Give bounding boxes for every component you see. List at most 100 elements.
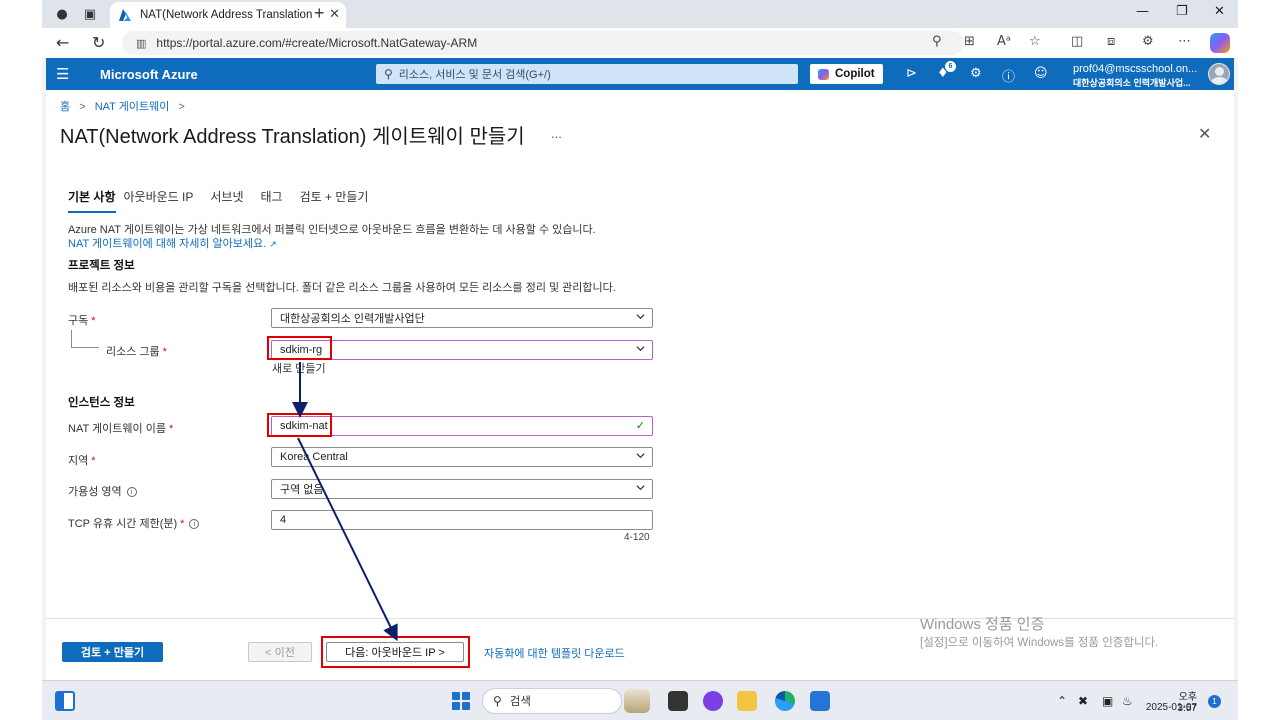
start-windows-icon[interactable] — [452, 692, 470, 710]
browser-tab-strip: ● ▣ NAT(Network Address Translation ✕ + … — [42, 0, 1238, 28]
tray-chevron-up-icon[interactable]: ⌃ — [1057, 694, 1067, 708]
notification-center-badge[interactable]: 1 — [1208, 695, 1221, 708]
hamburger-menu-icon[interactable]: ☰ — [56, 65, 69, 83]
taskbar: ⚲ 검색 ⌃ ✖ ▣ ♨ 오후 3:57 2025-01-07 1 — [42, 680, 1238, 720]
taskbar-search[interactable]: ⚲ 검색 — [482, 688, 622, 714]
chevron-down-icon — [636, 453, 645, 459]
avatar[interactable] — [1208, 63, 1230, 85]
chat-app-icon[interactable] — [703, 691, 723, 711]
lock-icon: ▥ — [136, 37, 147, 50]
file-explorer-icon[interactable] — [737, 691, 757, 711]
tab-tags[interactable]: 태그 — [261, 188, 292, 213]
extensions-icon[interactable]: ⚙ — [1142, 34, 1154, 49]
windows-activation-subtitle: [설정]으로 이동하여 Windows를 정품 인증합니다. — [920, 637, 1159, 649]
cloud-shell-icon[interactable]: ⊳ — [906, 66, 917, 81]
region-select[interactable]: Korea Central — [271, 447, 653, 467]
search-icon: ⚲ — [493, 694, 502, 708]
subscription-value: 대한상공회의소 인력개발사업단 — [280, 313, 425, 325]
tab-actions-icon[interactable]: ▣ — [80, 4, 100, 24]
account-org[interactable]: 대한상공회의소 인력개발사업... — [1073, 76, 1191, 89]
tcp-timeout-label: TCP 유휴 시간 제한(분) * i — [68, 515, 200, 531]
project-details-heading: 프로젝트 정보 — [68, 260, 135, 272]
help-icon[interactable]: ⓘ — [1002, 66, 1015, 85]
restore-icon[interactable]: ❐ — [1176, 4, 1188, 19]
tab-subnet[interactable]: 서브넷 — [210, 188, 252, 213]
settings-gear-icon[interactable]: ⚙ — [970, 66, 982, 81]
more-options-icon[interactable]: ⋯ — [1178, 34, 1191, 49]
tcp-timeout-input[interactable]: 4 — [271, 510, 653, 530]
search-icon: ⚲ — [384, 67, 393, 81]
news-widget-icon[interactable] — [624, 689, 650, 713]
tab-close-icon[interactable]: ✕ — [329, 6, 340, 22]
download-template-link[interactable]: 자동화에 대한 템플릿 다운로드 — [484, 645, 625, 661]
availability-zone-value: 구역 없음 — [280, 484, 324, 496]
valid-check-icon: ✓ — [635, 419, 645, 432]
availability-zone-label: 가용성 영역 i — [68, 483, 137, 499]
account-email[interactable]: prof04@mscsschool.on... — [1073, 63, 1197, 75]
tcp-timeout-value: 4 — [280, 514, 287, 526]
annotation-box-next-button — [321, 636, 470, 668]
brand-name[interactable]: Microsoft Azure — [100, 67, 198, 82]
breadcrumb: 홈 > NAT 게이트웨이 > — [60, 98, 191, 114]
window-close-icon[interactable]: ✕ — [1214, 4, 1225, 19]
store-icon[interactable] — [810, 691, 830, 711]
tab-review-create[interactable]: 검토 + 만들기 — [300, 188, 378, 213]
taskbar-search-label: 검색 — [509, 696, 531, 708]
global-search-input[interactable]: ⚲ 리소스, 서비스 및 문서 검색(G+/) — [376, 64, 798, 84]
breadcrumb-home[interactable]: 홈 — [60, 101, 70, 113]
tree-connector — [71, 330, 99, 348]
footer-divider — [46, 618, 1234, 619]
new-tab-icon[interactable]: + — [314, 3, 325, 24]
task-view-icon[interactable] — [668, 691, 688, 711]
tab-outbound-ip[interactable]: 아웃바운드 IP — [124, 188, 203, 213]
feedback-icon[interactable]: ☺ — [1034, 66, 1048, 81]
more-actions-button[interactable]: ... — [551, 126, 562, 141]
tray-app-icon[interactable]: ✖ — [1078, 694, 1088, 708]
review-create-button[interactable]: 검토 + 만들기 — [62, 642, 163, 662]
copilot-button[interactable]: Copilot — [810, 64, 883, 84]
region-label: 지역 * — [68, 455, 96, 467]
refresh-icon[interactable]: ↻ — [92, 33, 105, 52]
tab-title: NAT(Network Address Translation — [140, 9, 313, 21]
external-link-icon: ↗ — [269, 239, 277, 249]
split-screen-icon[interactable]: ◫ — [1071, 34, 1083, 49]
breadcrumb-separator: > — [178, 101, 185, 113]
info-icon[interactable]: i — [189, 519, 200, 530]
tcp-range-hint: 4-120 — [624, 532, 650, 543]
key-icon[interactable]: ⚲ — [932, 34, 942, 49]
annotation-arrows — [292, 362, 398, 642]
address-bar: ← ↻ ▥ https://portal.azure.com/#create/M… — [42, 28, 1238, 58]
notification-badge: 6 — [945, 61, 956, 72]
project-details-desc: 배포된 리소스와 비용을 관리할 구독을 선택합니다. 폴더 같은 리소스 그룹… — [68, 282, 616, 294]
learn-more-link[interactable]: NAT 게이트웨이에 대해 자세히 알아보세요. ↗ — [68, 235, 277, 251]
subscription-select[interactable]: 대한상공회의소 인력개발사업단 — [271, 308, 653, 328]
previous-button[interactable]: < 이전 — [248, 642, 312, 662]
widgets-icon[interactable] — [55, 691, 75, 711]
availability-zone-select[interactable]: 구역 없음 — [271, 479, 653, 499]
avatar-body — [1211, 77, 1228, 84]
url-field[interactable]: ▥ https://portal.azure.com/#create/Micro… — [122, 31, 964, 55]
favorite-star-icon[interactable]: ☆ — [1029, 34, 1041, 49]
browser-tab-active[interactable]: NAT(Network Address Translation ✕ — [110, 2, 346, 28]
clock-date[interactable]: 2025-01-07 — [1134, 702, 1197, 713]
profile-icon[interactable]: ● — [52, 4, 72, 24]
back-icon[interactable]: ← — [56, 33, 69, 52]
annotation-box-resource-group — [267, 336, 332, 360]
network-icon[interactable]: ▣ — [1102, 694, 1113, 708]
read-aloud-icon[interactable]: Aᵃ — [997, 34, 1011, 49]
create-blade: 홈 > NAT 게이트웨이 > NAT(Network Address Tran… — [46, 90, 1234, 680]
nat-name-label: NAT 게이트웨이 이름 * — [68, 423, 174, 435]
apps-icon[interactable]: ⊞ — [964, 34, 975, 49]
minimize-icon[interactable]: — — [1136, 4, 1149, 19]
collections-icon[interactable]: ⧈ — [1107, 34, 1115, 49]
page-title: NAT(Network Address Translation) 게이트웨이 만… — [60, 126, 525, 148]
create-new-rg-link[interactable]: 새로 만들기 — [272, 360, 326, 376]
edge-copilot-icon[interactable] — [1210, 33, 1230, 53]
edge-browser-icon[interactable] — [775, 691, 795, 711]
info-icon[interactable]: i — [126, 487, 137, 498]
volume-icon[interactable]: ♨ — [1122, 694, 1133, 708]
breadcrumb-nat-gateway[interactable]: NAT 게이트웨이 — [95, 101, 170, 113]
close-blade-button[interactable]: ✕ — [1198, 124, 1211, 143]
copilot-label: Copilot — [835, 68, 875, 80]
tab-basics[interactable]: 기본 사항 — [68, 188, 116, 213]
